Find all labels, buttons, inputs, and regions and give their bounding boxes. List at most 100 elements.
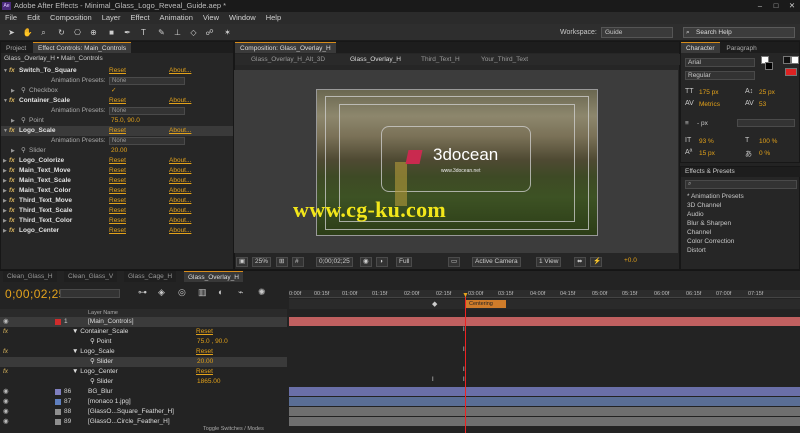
menu-window[interactable]: Window (224, 12, 261, 24)
selection-tool-icon[interactable]: ➤ (6, 27, 17, 38)
safe-zones-icon[interactable]: ⊞ (276, 257, 288, 267)
eraser-tool-icon[interactable]: ◇ (188, 27, 199, 38)
tracking-value[interactable]: 53 (759, 101, 766, 108)
comp-mini-flowchart-icon[interactable]: ⊶ (138, 287, 147, 298)
camera-select[interactable]: Active Camera (472, 257, 521, 267)
keyframe-icon[interactable]: I (432, 377, 434, 383)
toggle-switches-modes[interactable]: Toggle Switches / Modes (203, 426, 264, 432)
effects-search-input[interactable]: ⌕ (685, 180, 797, 189)
kerning-value[interactable]: Metrics (699, 101, 720, 108)
font-size-value[interactable]: 175 px (699, 89, 719, 96)
horizontal-scale-value[interactable]: 100 % (759, 138, 777, 145)
show-channel-icon[interactable]: ◑ (376, 257, 388, 267)
playhead-handle-icon[interactable]: ▼ (462, 292, 469, 299)
clone-stamp-tool-icon[interactable]: ⊥ (172, 27, 183, 38)
effect-row[interactable]: ▶ fx Main_Text_Color Reset About... (1, 186, 233, 196)
effects-category[interactable]: Audio (681, 211, 800, 219)
effect-row[interactable]: ▶ fx Main_Text_Scale Reset About... (1, 176, 233, 186)
layer-duration-bar[interactable] (289, 407, 800, 416)
snapshot-icon[interactable]: ◉ (360, 257, 372, 267)
visibility-icon[interactable]: ◉ (3, 417, 9, 427)
fast-preview-icon[interactable]: ⚡ (590, 257, 602, 267)
work-area-bar[interactable] (289, 299, 800, 309)
subtab-glass-overlay[interactable]: Glass_Overlay_H (350, 54, 401, 65)
graph-editor-icon[interactable]: ⌁ (238, 287, 243, 298)
label-color[interactable] (55, 419, 61, 425)
minimize-icon[interactable]: – (752, 0, 768, 12)
effect-row[interactable]: ▶ fx Third_Text_Scale Reset About... (1, 206, 233, 216)
tab-paragraph[interactable]: Paragraph (721, 43, 761, 53)
layer-property-row[interactable]: ⚲ Slider 20.00 (0, 357, 287, 367)
presets-dropdown[interactable]: None (109, 77, 185, 85)
zoom-tool-icon[interactable]: ⌕ (38, 27, 49, 38)
pixel-aspect-icon[interactable]: ⬌ (574, 257, 586, 267)
stroke-width-value[interactable]: - px (697, 120, 708, 127)
layer-effect-row[interactable]: fx ▼ Logo_Scale Reset (0, 347, 287, 357)
layer-duration-bar[interactable] (289, 417, 800, 426)
layer-row[interactable]: ◉ 86 BG_Blur (0, 387, 287, 397)
view-layout-select[interactable]: 1 View (536, 257, 562, 267)
draft-3d-icon[interactable]: ◈ (158, 287, 165, 298)
effect-row[interactable]: ▶ fx Main_Text_Move Reset About... (1, 166, 233, 176)
menu-layer[interactable]: Layer (97, 12, 126, 24)
tab-project[interactable]: Project (1, 43, 31, 53)
label-color[interactable] (55, 399, 61, 405)
hand-tool-icon[interactable]: ✋ (22, 27, 33, 38)
search-help-input[interactable]: ⌕ Search Help (683, 27, 795, 38)
mask-tool-icon[interactable]: ■ (106, 27, 117, 38)
effects-category[interactable]: Channel (681, 229, 800, 237)
roto-brush-tool-icon[interactable]: ☍ (204, 27, 215, 38)
maximize-icon[interactable]: □ (768, 0, 784, 12)
presets-dropdown[interactable]: None (109, 137, 185, 145)
brush-tool-icon[interactable]: ✎ (156, 27, 167, 38)
label-color[interactable] (55, 409, 61, 415)
font-family-select[interactable]: Arial (685, 58, 755, 67)
layer-duration-bar[interactable] (289, 317, 800, 326)
visibility-icon[interactable]: ◉ (3, 407, 9, 417)
tab-effect-controls[interactable]: Effect Controls: Main_Controls (33, 42, 132, 53)
pen-tool-icon[interactable]: ✒ (122, 27, 133, 38)
timeline-current-time[interactable]: 0;00;02;25 (5, 287, 66, 301)
current-time-display[interactable]: 0;00;02;25 (316, 257, 353, 267)
effects-category[interactable]: Blur & Sharpen (681, 220, 800, 228)
menu-file[interactable]: File (0, 12, 22, 24)
timeline-tab-glass-cage-h[interactable]: Glass_Cage_H (124, 271, 177, 282)
timeline-search-input[interactable] (60, 289, 120, 298)
effect-row-selected[interactable]: ▼ fx Logo_Scale Reset About... (1, 126, 233, 136)
camera-tool-icon[interactable]: ⎔ (72, 27, 83, 38)
effect-row[interactable]: ▶ fx Third_Text_Move Reset About... (1, 196, 233, 206)
tsume-value[interactable]: 0 % (759, 150, 770, 157)
font-style-select[interactable]: Regular (685, 71, 755, 80)
effect-row[interactable]: ▶ fx Logo_Center Reset About... (1, 226, 233, 236)
magnification-select[interactable]: 25% (252, 257, 272, 267)
current-time-indicator[interactable] (465, 295, 466, 433)
tab-composition[interactable]: Composition: Glass_Overlay_H (235, 42, 336, 53)
layer-property-row[interactable]: ⚲ Slider 1865.00 (0, 377, 287, 387)
layer-duration-bar[interactable] (289, 387, 800, 396)
layer-name-header[interactable]: Layer Name (88, 309, 118, 317)
resolution-select[interactable]: Full (396, 257, 413, 267)
white-swatch[interactable] (791, 56, 799, 64)
checkbox[interactable]: ✓ (111, 86, 116, 96)
point-value[interactable]: 75.0, 90.0 (111, 116, 140, 126)
puppet-tool-icon[interactable]: ✶ (222, 27, 233, 38)
effect-row[interactable]: ▼ fx Switch_To_Square Reset About... (1, 66, 233, 76)
black-swatch[interactable] (783, 56, 791, 64)
visibility-icon[interactable]: ◉ (3, 317, 9, 327)
subtab-glass-overlay-alt[interactable]: Glass_Overlay_H_Alt_3D (251, 54, 325, 65)
layer-duration-bar[interactable] (289, 397, 800, 406)
menu-view[interactable]: View (198, 12, 224, 24)
menu-help[interactable]: Help (261, 12, 286, 24)
effect-row[interactable]: ▶ fx Third_Text_Color Reset About... (1, 216, 233, 226)
rotate-tool-icon[interactable]: ↻ (56, 27, 67, 38)
stroke-style-select[interactable] (737, 119, 795, 127)
visibility-icon[interactable]: ◉ (3, 387, 9, 397)
motion-blur-icon[interactable]: ◐ (218, 287, 223, 297)
label-color[interactable] (55, 319, 61, 325)
presets-dropdown[interactable]: None (109, 107, 185, 115)
baseline-shift-value[interactable]: 15 px (699, 150, 715, 157)
always-preview-icon[interactable]: ▣ (236, 257, 248, 267)
effect-row[interactable]: ▶ fx Logo_Colorize Reset About... (1, 156, 233, 166)
layer-property-row[interactable]: ⚲ Point 75.0 , 90.0 (0, 337, 287, 347)
layer-effect-row[interactable]: fx ▼ Container_Scale Reset (0, 327, 287, 337)
